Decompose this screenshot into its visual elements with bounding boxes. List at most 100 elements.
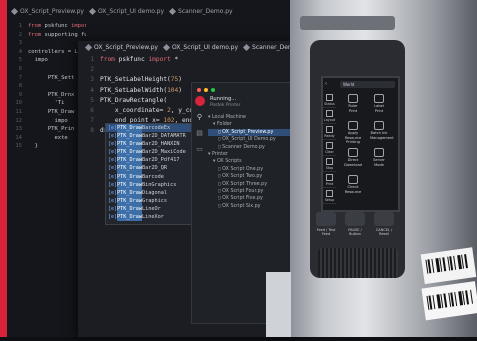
files-icon[interactable]: ▤ <box>196 129 203 137</box>
match-prefix: PTK_Draw <box>117 156 142 165</box>
screen-search-field[interactable]: World <box>340 81 395 88</box>
screen-sidebar-item[interactable]: Status <box>323 92 336 108</box>
tree-label: OX Script Six.py <box>222 203 261 209</box>
screen-sidebar-item[interactable]: Clear <box>323 140 336 156</box>
screen-app-tile[interactable]: Server Mode <box>370 148 388 167</box>
tree-label: Local Machine <box>211 115 246 120</box>
folder-item[interactable]: ▾ Printer <box>208 151 294 158</box>
code-line: 10 'Ti <box>8 99 86 108</box>
mid-tab-ui-demo[interactable]: OX_Script_UI demo.py <box>162 43 238 52</box>
minimize-window-icon[interactable] <box>204 88 208 92</box>
file-tree: ▾ Local Machine ▾ Folder ▯ OX_Script_Previ… <box>208 114 294 210</box>
sidebar-label: Status <box>324 102 335 106</box>
back-tab-scanner[interactable]: Scanner_Demo.py <box>169 7 233 16</box>
run-activity-bar: ⚲ ▤ ▭ <box>195 113 204 153</box>
file-item[interactable]: ▯ OX Script Four.py <box>208 188 294 195</box>
screen-sidebar-item[interactable]: Print <box>323 172 336 188</box>
line-number: 9 <box>18 91 22 98</box>
line-number: 7 <box>18 74 22 81</box>
code-text: } <box>28 143 38 150</box>
folder-item[interactable]: ▾ Folder <box>208 121 294 128</box>
back-tab-ui-demo[interactable]: OX_Script_UI demo.py <box>88 7 164 16</box>
enum-member-icon: [e] <box>108 205 118 212</box>
code-line: 8 <box>8 82 86 91</box>
code-line: 12 impo <box>8 117 86 126</box>
code-text: from pskfunc import * <box>28 23 86 29</box>
code-line: 14 exte <box>8 134 86 143</box>
line-number: 6 <box>18 65 22 72</box>
line-number: 8 <box>90 127 94 135</box>
line-number: 5 <box>18 57 22 64</box>
screen-sidebar-item[interactable]: Stop <box>323 156 336 172</box>
screen-app-tile[interactable]: Apply Resource Printing <box>344 121 362 145</box>
screen-app-tile[interactable]: Direct Download <box>344 148 362 167</box>
line-number: 7 <box>90 117 94 125</box>
completion-suffix: BarcodeEx <box>142 125 171 131</box>
tree-label: OX Script One.py <box>222 166 264 172</box>
printer-hardware-button[interactable] <box>316 212 336 226</box>
hardware-button-label: Feed / Test Feed <box>316 228 336 236</box>
file-item[interactable]: ▯ OX Script Six.py <box>208 203 294 210</box>
maximize-window-icon[interactable] <box>211 88 215 92</box>
line-number: 2 <box>90 66 94 74</box>
app-tile-icon <box>348 148 358 157</box>
close-window-icon[interactable] <box>197 88 201 92</box>
file-item[interactable]: ▯ OX Script Three.py <box>208 181 294 188</box>
screen-sidebar-item[interactable]: Layout <box>323 108 336 124</box>
sidebar-label: Stop <box>325 166 334 170</box>
match-prefix: PTK_Draw <box>117 148 142 157</box>
file-item[interactable]: ▯ OX Script Two.py <box>208 173 294 180</box>
file-item[interactable]: ▯ OX_Script_UI Demo.py <box>208 136 294 143</box>
file-item[interactable]: ▯ OX Script Five.py <box>208 195 294 202</box>
enum-member-icon: [e] <box>108 173 118 180</box>
tree-label: Printer <box>211 152 228 158</box>
screen-sidebar-item[interactable]: Setup <box>323 188 336 204</box>
screen-app-tile[interactable]: Check Resource <box>344 175 362 194</box>
line-number: 4 <box>90 86 94 94</box>
code-text: from supporting functions import * <box>28 31 86 38</box>
screen-app-tile[interactable]: Label Print <box>370 94 388 113</box>
menu-item-icon <box>326 126 333 133</box>
folder-item[interactable]: ▾ Local Machine <box>208 114 294 121</box>
screen-app-tile[interactable]: Batch Ink Management <box>370 121 394 140</box>
back-editor-tabbar: OX_Script_Preview.py OX_Script_UI demo.p… <box>10 7 233 16</box>
completion-suffix: Bar2D_Pdf417 <box>142 157 180 164</box>
mid-tab-preview[interactable]: OX_Script_Preview.py <box>84 43 158 52</box>
line-number: 3 <box>18 40 22 47</box>
back-code-area[interactable]: 1 from pskfunc import * 2 from supporting f… <box>8 22 86 151</box>
match-prefix: PTK_Draw <box>117 213 142 222</box>
enum-member-icon: [e] <box>108 214 118 221</box>
search-icon[interactable]: ⚲ <box>197 113 202 121</box>
sidebar-label: Clear <box>325 150 334 154</box>
back-arrow-icon[interactable]: ‹ <box>325 81 327 87</box>
folder-item[interactable]: ▾ OX Scripts <box>208 158 294 165</box>
printer-hardware-button[interactable] <box>345 212 365 226</box>
code-text: PTK_SetLabelWidth(104) <box>100 86 182 94</box>
stop-icon[interactable] <box>195 96 205 106</box>
app-tile-label: Check Resource <box>344 185 362 194</box>
code-text: PTK_Prin <box>28 126 75 133</box>
enum-member-icon: [e] <box>108 165 118 172</box>
run-device: Postek Printer <box>210 103 241 108</box>
code-line: 1 from pskfunc import * <box>80 55 302 65</box>
tree-label: OX Script Four.py <box>222 189 264 195</box>
file-item[interactable]: ▯ OX Script One.py <box>208 166 294 173</box>
screen-sidebar-item[interactable]: Ready <box>323 124 336 140</box>
code-line: 15 } <box>8 142 86 151</box>
file-item[interactable]: ▯ Scanner Demo.py <box>208 144 294 151</box>
back-tab-preview[interactable]: OX_Script_Preview.py <box>10 7 84 16</box>
code-text: exte <box>28 134 68 141</box>
menu-item-icon <box>326 110 333 117</box>
code-text: from pskfunc import * <box>100 56 179 63</box>
enum-member-icon: [e] <box>108 189 118 196</box>
python-file-icon <box>88 7 96 16</box>
app-tile-icon <box>348 121 358 130</box>
screen-app-tile[interactable]: Ruler Print <box>344 94 362 113</box>
completion-suffix: LineXor <box>142 214 164 221</box>
printer-hardware-button[interactable] <box>374 212 394 226</box>
line-number: 6 <box>90 107 94 115</box>
file-item[interactable]: ▯ OX_Script_Preview.py <box>208 128 294 137</box>
code-text: PTK_Sett <box>28 74 75 81</box>
folder-icon[interactable]: ▭ <box>196 145 203 153</box>
code-line: 9 PTK_Drnx <box>8 91 86 100</box>
